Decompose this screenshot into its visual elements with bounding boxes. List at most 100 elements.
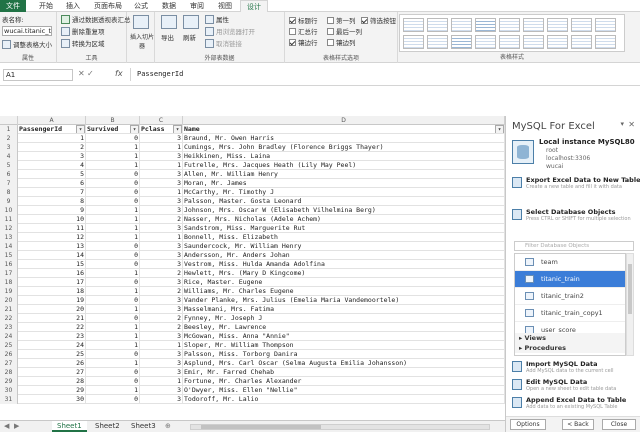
table-cell[interactable]: Nasser, Mrs. Nicholas (Adele Achem): [183, 215, 505, 224]
tab-review[interactable]: 审阅: [184, 0, 210, 12]
summarize-pivot-button[interactable]: 通过数据透视表汇总: [61, 14, 131, 24]
row-number[interactable]: 24: [0, 332, 18, 341]
table-cell[interactable]: 3: [140, 206, 183, 215]
style-swatch[interactable]: [475, 35, 496, 49]
table-cell[interactable]: 0: [86, 278, 140, 287]
column-filter-header[interactable]: Survived: [86, 125, 140, 134]
row-number[interactable]: 18: [0, 278, 18, 287]
table-cell[interactable]: 17: [18, 278, 86, 287]
column-header-a[interactable]: A: [18, 116, 86, 125]
database-objects-tree[interactable]: team titanic_train titanic_train2 titanic_t…: [514, 253, 626, 356]
table-cell[interactable]: 2: [18, 143, 86, 152]
table-cell[interactable]: McCarthy, Mr. Timothy J: [183, 188, 505, 197]
table-cell[interactable]: 3: [140, 386, 183, 395]
unlink-button[interactable]: 取消链接: [205, 38, 242, 48]
row-number[interactable]: 23: [0, 323, 18, 332]
banded-rows-checkbox[interactable]: [289, 38, 296, 46]
table-cell[interactable]: 1: [86, 305, 140, 314]
name-box[interactable]: A1: [3, 69, 73, 81]
table-cell[interactable]: 1: [86, 332, 140, 341]
banded-cols-checkbox[interactable]: [327, 38, 334, 46]
style-swatch[interactable]: [451, 18, 472, 32]
column-filter-header[interactable]: PassengerId: [18, 125, 86, 134]
last-col-checkbox[interactable]: [327, 27, 334, 35]
table-cell[interactable]: 3: [140, 278, 183, 287]
table-cell[interactable]: Todoroff, Mr. Lalio: [183, 395, 505, 404]
tab-page-layout[interactable]: 页面布局: [88, 0, 128, 12]
properties-button[interactable]: 属性: [205, 14, 229, 24]
table-cell[interactable]: Fynney, Mr. Joseph J: [183, 314, 505, 323]
header-row-checkbox[interactable]: [289, 16, 296, 24]
open-browser-button[interactable]: 用浏览器打开: [205, 26, 255, 36]
table-cell[interactable]: 14: [18, 251, 86, 260]
row-number[interactable]: 4: [0, 152, 18, 161]
table-cell[interactable]: McGowan, Miss. Anna "Annie": [183, 332, 505, 341]
close-button[interactable]: Close: [602, 419, 636, 430]
row-number[interactable]: 30: [0, 386, 18, 395]
table-cell[interactable]: Bonnell, Miss. Elizabeth: [183, 233, 505, 242]
import-data-action[interactable]: Import MySQL Data Add MySQL data to the …: [512, 360, 638, 378]
column-header-b[interactable]: B: [86, 116, 140, 125]
column-filter-header[interactable]: Name: [183, 125, 505, 134]
table-cell[interactable]: 4: [18, 161, 86, 170]
panel-menu-icon[interactable]: ▾: [620, 120, 624, 128]
first-col-option[interactable]: 第一列: [327, 15, 356, 25]
table-cell[interactable]: 0: [86, 377, 140, 386]
table-cell[interactable]: Braund, Mr. Owen Harris: [183, 134, 505, 143]
table-cell[interactable]: Hewlett, Mrs. (Mary D Kingcome): [183, 269, 505, 278]
row-number[interactable]: 21: [0, 305, 18, 314]
row-number[interactable]: 7: [0, 179, 18, 188]
tab-insert[interactable]: 插入: [60, 0, 86, 12]
style-swatch[interactable]: [475, 18, 496, 32]
table-cell[interactable]: Asplund, Mrs. Carl Oscar (Selma Augusta …: [183, 359, 505, 368]
table-cell[interactable]: 0: [86, 350, 140, 359]
table-cell[interactable]: Palsson, Master. Gosta Leonard: [183, 197, 505, 206]
table-cell[interactable]: 1: [86, 224, 140, 233]
table-styles-gallery[interactable]: [399, 14, 625, 52]
table-cell[interactable]: 15: [18, 260, 86, 269]
style-swatch[interactable]: [427, 35, 448, 49]
row-number[interactable]: 28: [0, 368, 18, 377]
style-swatch[interactable]: [547, 18, 568, 32]
row-number[interactable]: 2: [0, 134, 18, 143]
style-swatch[interactable]: [523, 35, 544, 49]
table-cell[interactable]: Williams, Mr. Charles Eugene: [183, 287, 505, 296]
tree-item-titanic-train[interactable]: titanic_train: [515, 271, 625, 288]
table-cell[interactable]: 3: [140, 179, 183, 188]
table-cell[interactable]: 1: [86, 152, 140, 161]
style-swatch[interactable]: [523, 18, 544, 32]
table-cell[interactable]: 0: [86, 260, 140, 269]
row-number[interactable]: 16: [0, 260, 18, 269]
style-swatch[interactable]: [571, 35, 592, 49]
row-number[interactable]: 19: [0, 287, 18, 296]
tab-design[interactable]: 设计: [240, 0, 268, 12]
table-cell[interactable]: 27: [18, 368, 86, 377]
tree-scrollbar[interactable]: [626, 253, 634, 356]
row-number[interactable]: 25: [0, 341, 18, 350]
tab-sheet1[interactable]: Sheet1: [52, 421, 87, 432]
table-cell[interactable]: Cumings, Mrs. John Bradley (Florence Bri…: [183, 143, 505, 152]
filter-button-option[interactable]: 筛选按钮: [361, 15, 396, 25]
table-cell[interactable]: 1: [140, 233, 183, 242]
table-cell[interactable]: 2: [140, 215, 183, 224]
table-cell[interactable]: 0: [86, 242, 140, 251]
table-cell[interactable]: 1: [86, 359, 140, 368]
table-cell[interactable]: 0: [86, 197, 140, 206]
tree-item-team[interactable]: team: [515, 254, 625, 271]
resize-table-button[interactable]: 调整表格大小: [2, 39, 52, 49]
tree-item-titanic-train2[interactable]: titanic_train2: [515, 288, 625, 305]
style-swatch[interactable]: [499, 18, 520, 32]
panel-close-icon[interactable]: ✕: [628, 120, 635, 129]
style-swatch[interactable]: [547, 35, 568, 49]
table-cell[interactable]: 1: [86, 341, 140, 350]
tab-view[interactable]: 视图: [212, 0, 238, 12]
filter-button-checkbox[interactable]: [361, 16, 368, 24]
table-cell[interactable]: 3: [140, 395, 183, 404]
tree-item-titanic-train-copy1[interactable]: titanic_train_copy1: [515, 305, 625, 322]
row-number[interactable]: 8: [0, 188, 18, 197]
style-swatch[interactable]: [499, 35, 520, 49]
table-cell[interactable]: 9: [18, 206, 86, 215]
table-cell[interactable]: 1: [86, 323, 140, 332]
table-cell[interactable]: 1: [18, 134, 86, 143]
table-cell[interactable]: 26: [18, 359, 86, 368]
